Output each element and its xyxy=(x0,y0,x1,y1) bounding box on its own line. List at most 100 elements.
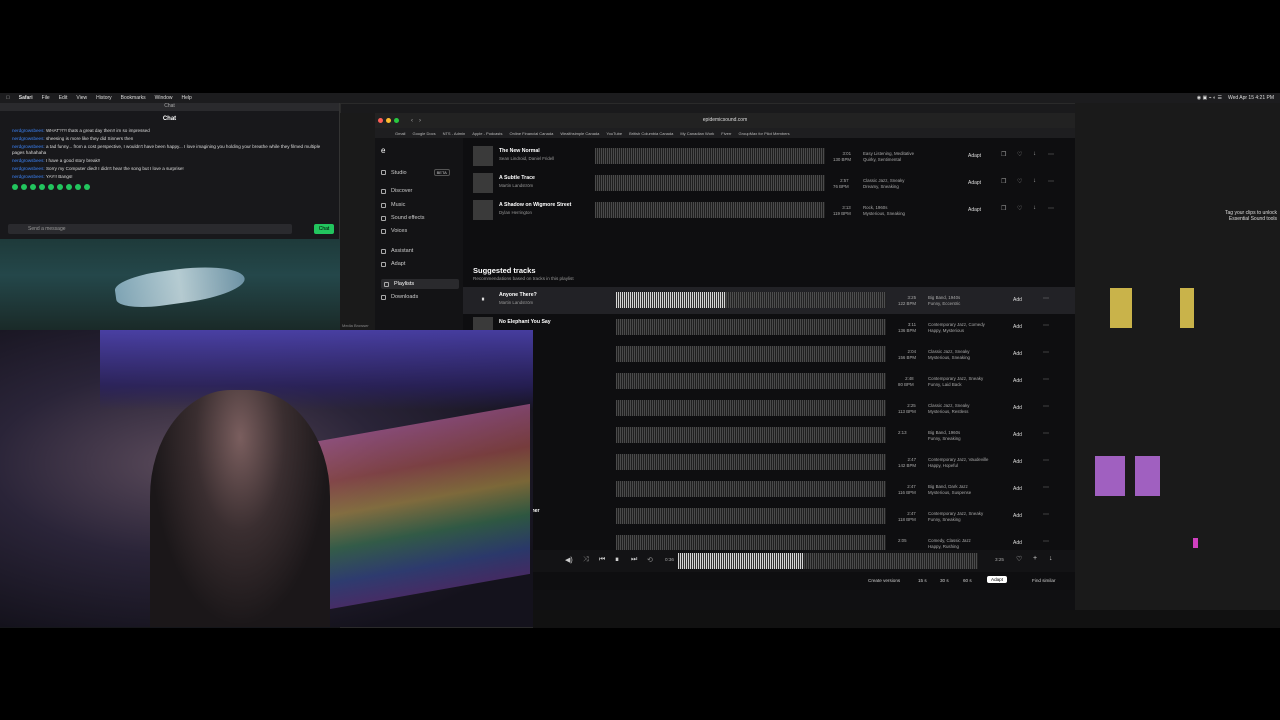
add-track-button[interactable]: Add xyxy=(1013,432,1022,438)
emote-icon[interactable] xyxy=(57,184,63,190)
pause-button[interactable]: ⏸ xyxy=(615,555,619,565)
forward-icon[interactable]: › xyxy=(419,118,421,124)
volume-icon[interactable]: ◀) xyxy=(565,556,573,564)
more-options-icon[interactable]: ⋯ xyxy=(1048,205,1054,212)
chat-username[interactable]: nerdgrowsbees: xyxy=(12,128,45,133)
find-similar-button[interactable]: Find similar xyxy=(1032,578,1055,583)
copy-icon[interactable]: ❐ xyxy=(1001,178,1006,185)
more-options-icon[interactable]: ⋯ xyxy=(1043,349,1049,356)
track-row[interactable]: A Shadow on Wigmore Street Dylan Herringt… xyxy=(463,197,1075,224)
timeline-clip[interactable] xyxy=(1095,456,1125,496)
track-title[interactable]: A Shadow on Wigmore Street xyxy=(499,202,571,208)
track-artist[interactable]: Martin Landström xyxy=(499,300,533,305)
adapt-button[interactable]: Adapt xyxy=(987,576,1008,583)
heart-icon[interactable]: ♡ xyxy=(1017,205,1022,212)
status-icons[interactable]: ◉ ▣ ⌁ ◐ ☰ xyxy=(1197,95,1222,101)
track-artist[interactable]: Dylan Herrington xyxy=(499,210,532,215)
menu-item-view[interactable]: View xyxy=(76,95,87,101)
track-title[interactable]: Anyone There? xyxy=(499,292,537,298)
mood-tags[interactable]: Funny, Laid Back xyxy=(928,382,983,388)
chat-username[interactable]: nerdgrowsbees: xyxy=(12,144,45,149)
menu-item-bookmarks[interactable]: Bookmarks xyxy=(121,95,146,101)
track-artist[interactable]: Martin Landström xyxy=(499,183,533,188)
emote-icon[interactable] xyxy=(12,184,18,190)
bookmark-item[interactable]: Gmail xyxy=(395,131,405,136)
track-waveform[interactable] xyxy=(595,202,825,218)
bookmark-item[interactable]: GroupMax for Pilot Members xyxy=(739,131,790,136)
chat-username[interactable]: nerdgrowsbees: xyxy=(12,136,45,141)
track-waveform[interactable] xyxy=(616,508,886,524)
track-waveform[interactable] xyxy=(616,535,886,550)
bookmark-item[interactable]: Apple - Podcasts xyxy=(472,131,502,136)
minimize-window-button[interactable] xyxy=(386,118,391,123)
chat-username[interactable]: nerdgrowsbees: xyxy=(12,158,45,163)
sidebar-item-music[interactable]: Music xyxy=(381,202,405,208)
chat-send-button[interactable]: Chat xyxy=(314,224,334,234)
track-title[interactable]: A Subtle Trace xyxy=(499,175,535,181)
sidebar-item-discover[interactable]: Discover xyxy=(381,188,412,194)
download-icon[interactable]: ↓ xyxy=(1033,178,1036,184)
add-track-button[interactable]: Add xyxy=(1013,486,1022,492)
repeat-icon[interactable]: ⟲ xyxy=(647,556,653,564)
track-waveform[interactable] xyxy=(616,400,886,416)
create-versions-button[interactable]: Create versions xyxy=(868,578,900,583)
mood-tags[interactable]: Mysterious, Sneaking xyxy=(863,211,905,217)
add-track-button[interactable]: Add xyxy=(1013,324,1022,330)
track-row[interactable]: Comes TogetherEriksson2:47118 BPMContemp… xyxy=(463,503,1075,530)
length-60s-button[interactable]: 60 s xyxy=(963,578,972,583)
timeline-clip[interactable] xyxy=(1135,456,1160,496)
add-track-button[interactable]: Add xyxy=(1013,378,1022,384)
mood-tags[interactable]: Quirky, Sentimental xyxy=(863,157,914,163)
next-icon[interactable]: ⏭ xyxy=(631,556,637,564)
track-row[interactable]: ⏸ Anyone There? Martin Landström 3:25 122 BP… xyxy=(463,287,1075,314)
more-options-icon[interactable]: ⋯ xyxy=(1048,151,1054,158)
more-options-icon[interactable]: ⋯ xyxy=(1043,376,1049,383)
sidebar-item-studio[interactable]: Studio BETA xyxy=(381,169,450,176)
mood-tags[interactable]: Dreamy, Sneaking xyxy=(863,184,904,190)
menu-item-window[interactable]: Window xyxy=(155,95,173,101)
track-waveform[interactable] xyxy=(616,346,886,362)
length-30s-button[interactable]: 30 s xyxy=(940,578,949,583)
chat-username[interactable]: nerdgrowsbees: xyxy=(12,174,45,179)
track-artist[interactable]: Sean Lindroid, Daniel Fridell xyxy=(499,156,554,161)
track-waveform[interactable] xyxy=(616,454,886,470)
sidebar-item-sound-effects[interactable]: Sound effects xyxy=(381,215,425,221)
zoom-window-button[interactable] xyxy=(394,118,399,123)
bookmark-item[interactable]: British Columbia Canada xyxy=(629,131,673,136)
menu-item-history[interactable]: History xyxy=(96,95,112,101)
mood-tags[interactable]: Mysterious, Suspense xyxy=(928,490,971,496)
download-icon[interactable]: ↓ xyxy=(1049,555,1053,562)
download-icon[interactable]: ↓ xyxy=(1033,205,1036,211)
adapt-track-button[interactable]: Adapt xyxy=(968,207,981,213)
album-art[interactable] xyxy=(473,146,493,166)
more-options-icon[interactable]: ⋯ xyxy=(1043,322,1049,329)
apple-icon[interactable]:  xyxy=(6,95,10,101)
bookmark-item[interactable]: Google Docs xyxy=(412,131,435,136)
more-options-icon[interactable]: ⋯ xyxy=(1043,457,1049,464)
bookmark-item[interactable]: Wealthsimple Canada xyxy=(560,131,599,136)
add-track-button[interactable]: Add xyxy=(1013,540,1022,546)
sidebar-item-playlists[interactable]: Playlists xyxy=(381,279,459,289)
more-options-icon[interactable]: ⋯ xyxy=(1043,511,1049,518)
timeline-clip[interactable] xyxy=(1110,288,1132,328)
menubar-clock[interactable]: Wed Apr 15 4:21 PM xyxy=(1228,95,1274,101)
emote-icon[interactable] xyxy=(75,184,81,190)
track-waveform[interactable] xyxy=(616,481,886,497)
bookmark-item[interactable]: YouTube xyxy=(606,131,622,136)
track-waveform[interactable] xyxy=(595,175,825,191)
more-options-icon[interactable]: ⋯ xyxy=(1043,484,1049,491)
timeline-clip[interactable] xyxy=(1180,288,1194,328)
close-window-button[interactable] xyxy=(378,118,383,123)
sidebar-item-voices[interactable]: Voices xyxy=(381,228,407,234)
previous-icon[interactable]: ⏮ xyxy=(599,556,605,564)
back-icon[interactable]: ‹ xyxy=(411,118,413,124)
more-options-icon[interactable]: ⋯ xyxy=(1043,403,1049,410)
heart-icon[interactable]: ♡ xyxy=(1017,178,1022,185)
track-waveform[interactable] xyxy=(616,319,886,335)
track-row[interactable]: No Elephant You Say 3:11 136 BPM Contempora… xyxy=(463,314,1075,341)
mood-tags[interactable]: Funny, Eccentric xyxy=(928,301,960,307)
track-waveform[interactable] xyxy=(616,373,886,389)
track-row[interactable]: ise2:13Big Band, 1960sFunny, SneakingAdd… xyxy=(463,422,1075,449)
copy-icon[interactable]: ❐ xyxy=(1001,205,1006,212)
heart-icon[interactable]: ♡ xyxy=(1017,151,1022,158)
